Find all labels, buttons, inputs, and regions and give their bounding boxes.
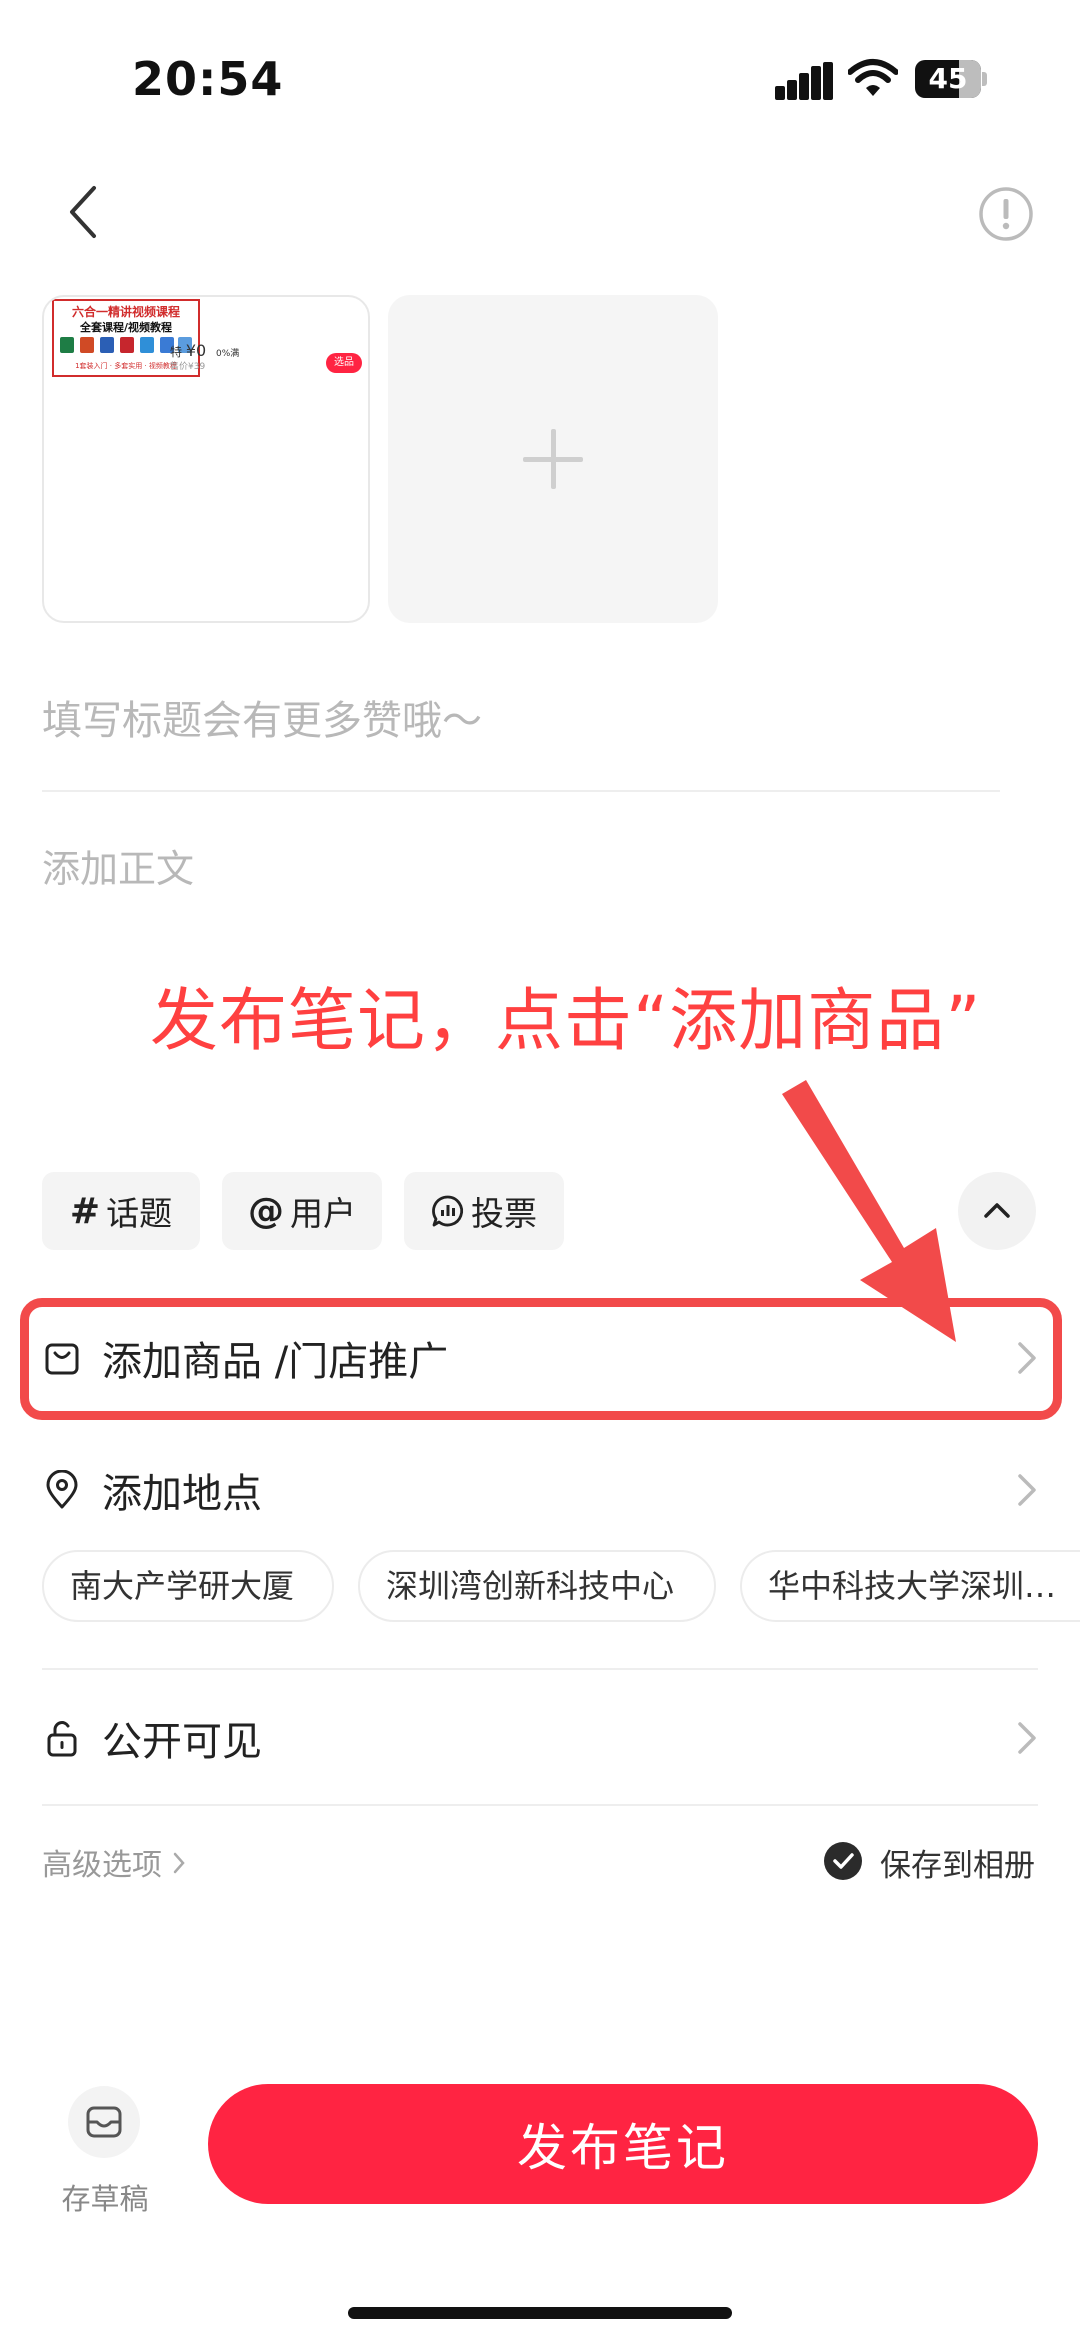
divider xyxy=(42,1804,1038,1806)
banner-title: 六合一精讲视频课程 xyxy=(71,305,180,319)
visibility-label: 公开可见 xyxy=(102,1719,262,1765)
image-thumbnail[interactable]: 六合一精讲视频课程 全套课程/视频教程 1套装入门 · 多套实用 · 视频教程 … xyxy=(42,295,370,623)
add-product-label: 添加商品 /门店推广 xyxy=(102,1339,449,1385)
visibility-row[interactable]: 公开可见 xyxy=(42,1698,1038,1778)
save-draft-button[interactable] xyxy=(68,2086,140,2158)
product-original-price: 售价¥39 xyxy=(170,362,206,372)
price-value: ¥0 xyxy=(185,341,207,360)
add-location-row[interactable]: 添加地点 xyxy=(42,1450,1038,1530)
home-indicator[interactable] xyxy=(348,2307,732,2319)
collapse-button[interactable] xyxy=(958,1172,1036,1250)
chevron-up-icon xyxy=(984,1203,1010,1218)
battery-level: 45 xyxy=(928,62,968,95)
vote-chip[interactable]: 投票 xyxy=(404,1172,564,1250)
word-icon xyxy=(100,337,114,353)
advanced-options-label: 高级选项 xyxy=(42,1848,162,1883)
back-arrow-icon[interactable] xyxy=(60,182,110,242)
checkmark-icon xyxy=(833,1853,854,1869)
hash-icon: # xyxy=(69,1190,101,1232)
unlock-icon xyxy=(47,1721,77,1757)
powerpoint-icon xyxy=(80,337,94,353)
annotation-text: 发布笔记，点击“添加商品” xyxy=(150,982,982,1061)
save-to-album-checkbox[interactable] xyxy=(824,1842,862,1880)
draft-box-icon xyxy=(86,2106,122,2138)
chevron-right-icon xyxy=(1018,1722,1036,1754)
add-location-label: 添加地点 xyxy=(102,1471,262,1517)
advanced-options-link[interactable]: 高级选项 xyxy=(42,1840,186,1884)
wifi-icon xyxy=(848,59,898,96)
divider xyxy=(42,790,1000,792)
battery-icon: 45 xyxy=(915,60,987,98)
price-discount: 0%满 xyxy=(216,349,240,359)
mention-user-chip[interactable]: @ 用户 xyxy=(222,1172,382,1250)
at-icon: @ xyxy=(248,1190,284,1232)
chevron-right-icon xyxy=(173,1852,185,1874)
info-icon[interactable] xyxy=(978,186,1034,242)
divider xyxy=(42,1668,1038,1670)
chip-label: 用户 xyxy=(290,1194,356,1233)
selected-product-tag: 选品 xyxy=(326,353,362,373)
topic-chip[interactable]: # 话题 xyxy=(42,1172,200,1250)
product-price: 特 ¥0 0%满 xyxy=(170,341,239,360)
cellular-signal-icon xyxy=(775,62,833,100)
banner-subtitle: 全套课程/视频教程 xyxy=(79,321,173,334)
chip-label: 话题 xyxy=(106,1194,173,1233)
location-pin-icon xyxy=(46,1470,78,1509)
body-input[interactable]: 添加正文 xyxy=(42,838,1002,893)
chevron-right-icon xyxy=(1018,1474,1036,1506)
publish-note-button[interactable]: 发布笔记 xyxy=(208,2084,1038,2204)
vote-icon xyxy=(432,1195,464,1227)
add-image-button[interactable] xyxy=(388,295,718,623)
chevron-right-icon xyxy=(1018,1342,1036,1374)
price-prefix: 特 xyxy=(170,345,183,359)
chip-label: 投票 xyxy=(471,1194,537,1233)
save-to-album-label[interactable]: 保存到相册 xyxy=(880,1840,1035,1885)
pdf-icon xyxy=(120,337,134,353)
save-draft-label[interactable]: 存草稿 xyxy=(58,2176,152,2218)
add-product-row[interactable]: 添加商品 /门店推广 xyxy=(42,1318,1038,1398)
location-suggestion-chip[interactable]: 深圳湾创新科技中心 xyxy=(358,1550,716,1622)
location-suggestion-chip[interactable]: 华中科技大学深圳… xyxy=(740,1550,1080,1622)
status-time: 20:54 xyxy=(132,52,284,106)
location-suggestion-chip[interactable]: 南大产学研大厦 xyxy=(42,1550,334,1622)
title-input[interactable]: 填写标题会有更多赞哦～ xyxy=(42,688,1002,746)
shopping-bag-icon xyxy=(45,1343,79,1375)
excel-icon xyxy=(60,337,74,353)
plus-icon-stroke xyxy=(551,429,556,489)
app-icon xyxy=(140,337,154,353)
